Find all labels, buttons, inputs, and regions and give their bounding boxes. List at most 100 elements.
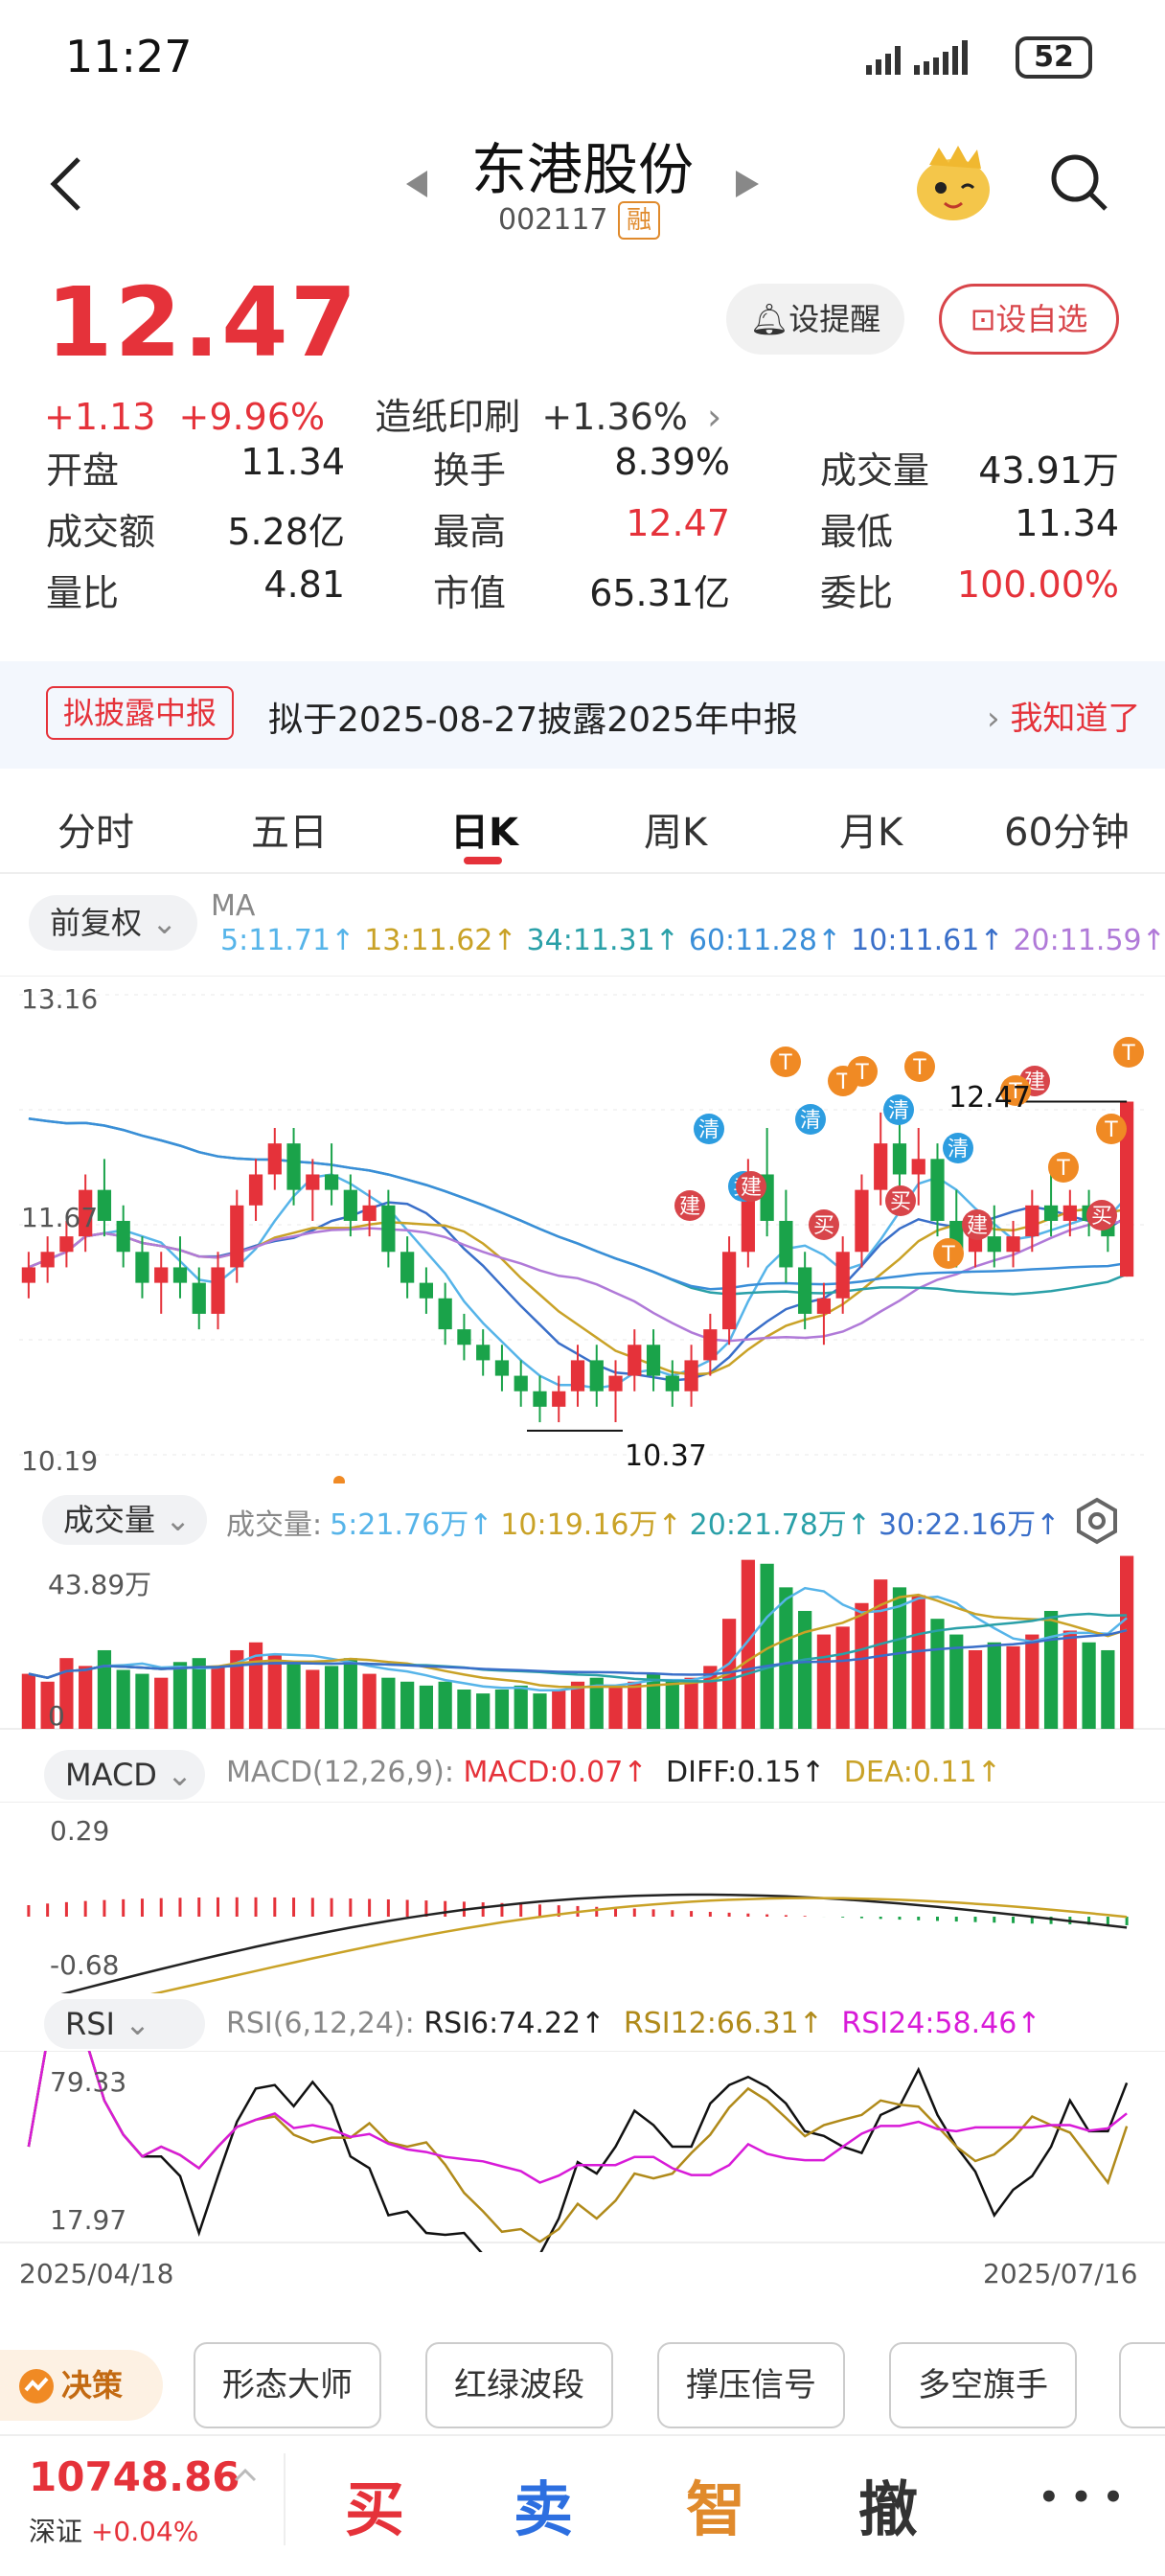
volume-bar xyxy=(172,1662,188,1729)
volume-bar xyxy=(419,1685,434,1729)
candle-body xyxy=(892,1143,907,1175)
marker-text: 建 xyxy=(967,1214,988,1238)
tab-monthly-k[interactable]: 月K xyxy=(839,801,902,857)
chip-pattern-master[interactable]: 形态大师 xyxy=(194,2342,381,2428)
settings-icon[interactable] xyxy=(1073,1497,1121,1545)
candle-body xyxy=(211,1267,225,1314)
volume-selector[interactable]: 成交量 ⌄ xyxy=(42,1495,207,1545)
ma-value: 34:11.31↑ xyxy=(526,924,679,957)
volume-bar xyxy=(438,1681,452,1729)
buy-button[interactable]: 买 xyxy=(345,2461,404,2547)
trade-marker: 清 xyxy=(694,1114,724,1144)
candle-body xyxy=(570,1360,585,1392)
chip-red-green-band[interactable]: 红绿波段 xyxy=(425,2342,613,2428)
candle-body xyxy=(476,1345,491,1361)
sector-name[interactable]: 造纸印刷 xyxy=(375,396,520,438)
ma-value: 13:11.62↑ xyxy=(364,924,517,957)
volume-bar xyxy=(1006,1645,1020,1729)
add-watchlist-button[interactable]: ⊡设自选 xyxy=(939,284,1119,355)
chip-support-resistance[interactable]: 撑压信号 xyxy=(657,2342,845,2428)
price-change: +1.13 xyxy=(44,396,156,438)
volume-bar xyxy=(135,1673,149,1729)
volume-y-bottom: 0 xyxy=(48,1700,65,1732)
candle-body xyxy=(248,1174,263,1206)
set-reminder-button[interactable]: 🔔︎设提醒 xyxy=(726,284,904,355)
macd-chart[interactable] xyxy=(0,1802,1165,1993)
volume-bar xyxy=(324,1666,339,1729)
candle-body xyxy=(172,1267,188,1283)
adjust-selector[interactable]: 前复权 ⌄ xyxy=(29,895,197,951)
volume-ma-value: 20:21.78万↑ xyxy=(689,1508,871,1542)
sell-button[interactable]: 卖 xyxy=(514,2461,573,2547)
trade-marker: T xyxy=(1096,1114,1127,1144)
stat-value: 100.00% xyxy=(956,564,1119,606)
search-icon[interactable] xyxy=(1048,151,1109,213)
dismiss-notice-link[interactable]: › 我知道了 xyxy=(987,692,1140,739)
tab-60min[interactable]: 60分钟 xyxy=(1004,801,1130,857)
chevron-up-icon xyxy=(234,2468,257,2482)
trade-marker: 清 xyxy=(795,1104,826,1135)
volume-bar xyxy=(362,1673,377,1729)
stat-label: 量比 xyxy=(46,572,120,614)
stat-label: 市值 xyxy=(433,572,507,614)
divider xyxy=(284,2453,286,2545)
candle-body xyxy=(835,1252,850,1299)
volume-bar xyxy=(1062,1630,1077,1729)
mascot-icon[interactable] xyxy=(910,144,996,224)
volume-bar xyxy=(306,1669,320,1729)
volume-bar xyxy=(1120,1555,1134,1729)
volume-bar xyxy=(1082,1642,1096,1729)
volume-bar xyxy=(514,1685,528,1729)
volume-ma-value: 5:21.76万↑ xyxy=(330,1508,493,1542)
smart-button[interactable]: 智 xyxy=(686,2461,745,2547)
volume-bar xyxy=(608,1685,623,1729)
volume-bar xyxy=(286,1662,301,1729)
candle-body xyxy=(514,1375,528,1392)
volume-bar xyxy=(741,1559,755,1729)
tab-weekly-k[interactable]: 周K xyxy=(644,801,707,857)
y-axis-top: 13.16 xyxy=(21,983,99,1015)
tab-five-day[interactable]: 五日 xyxy=(251,801,328,857)
macd-y-top: 0.29 xyxy=(50,1815,110,1847)
volume-bar xyxy=(21,1673,35,1729)
candle-body xyxy=(59,1236,74,1253)
rsi-selector[interactable]: RSI ⌄ xyxy=(44,1999,205,2049)
trade-marker: 建 xyxy=(962,1209,993,1240)
volume-bar xyxy=(798,1610,812,1729)
volume-bar xyxy=(154,1677,169,1729)
trade-marker: T xyxy=(847,1056,878,1087)
macd-selector[interactable]: MACD ⌄ xyxy=(44,1750,205,1800)
rsi-chart[interactable] xyxy=(0,2051,1165,2252)
more-menu-button[interactable]: • • • xyxy=(1039,2478,1124,2517)
index-value[interactable]: 10748.86 xyxy=(29,2453,240,2500)
candle-body xyxy=(1006,1236,1020,1253)
earnings-notice[interactable]: 拟披露中报 拟于2025-08-27披露2025年中报 › 我知道了 xyxy=(0,661,1165,769)
marker-text: T xyxy=(1104,1118,1118,1142)
candle-body xyxy=(721,1252,737,1330)
notice-text: 拟于2025-08-27披露2025年中报 xyxy=(268,701,798,740)
stat-label: 成交量 xyxy=(820,449,930,492)
stat-value: 5.28亿 xyxy=(227,511,345,553)
marker-text: 买 xyxy=(890,1190,911,1214)
trade-marker: 建 xyxy=(674,1190,705,1221)
candle-body xyxy=(343,1189,357,1221)
candle-body xyxy=(911,1159,925,1175)
marker-text: T xyxy=(941,1243,955,1267)
stock-code: 002117 xyxy=(498,203,608,237)
volume-bar xyxy=(816,1634,832,1729)
candle-body xyxy=(381,1205,396,1253)
status-time: 11:27 xyxy=(65,31,193,82)
next-stock-icon[interactable] xyxy=(736,171,759,197)
tab-daily-k[interactable]: 日K xyxy=(450,801,518,857)
chip-long-short-flag[interactable]: 多空旗手 xyxy=(889,2342,1077,2428)
volume-chart[interactable] xyxy=(0,1547,1165,1738)
candlestick-chart[interactable]: 清卖T买TT买TT建TT清清建建清T建T买 xyxy=(0,976,1165,1484)
volume-bar xyxy=(1101,1649,1115,1729)
cancel-order-button[interactable]: 撤 xyxy=(858,2461,918,2547)
volume-bar xyxy=(1025,1634,1039,1729)
marker-text: 建 xyxy=(741,1176,762,1200)
tab-intraday[interactable]: 分时 xyxy=(57,801,134,857)
change-row: +1.13 +9.96% 造纸印刷 +1.36% › xyxy=(44,387,721,440)
chip-more[interactable] xyxy=(1119,2342,1165,2428)
candle-body xyxy=(855,1189,869,1253)
